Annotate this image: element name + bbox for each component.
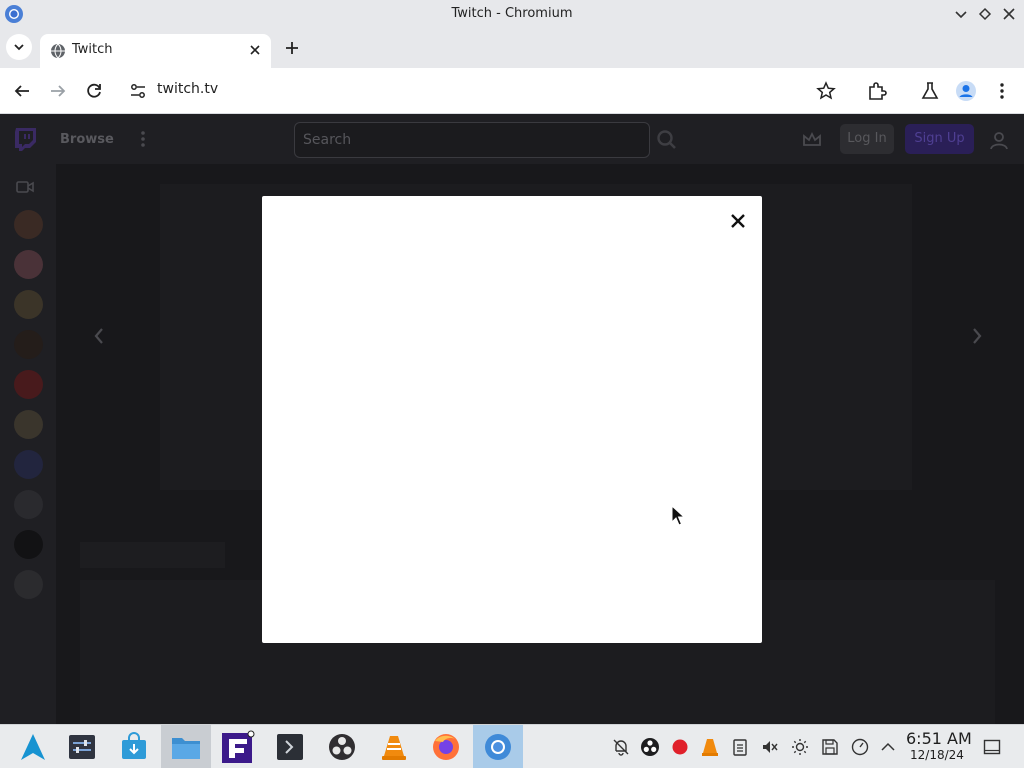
labs-flask-icon[interactable] [918, 79, 942, 103]
reload-icon[interactable] [82, 79, 106, 103]
fenrir-app-icon[interactable] [213, 725, 263, 768]
software-store-icon[interactable] [109, 725, 159, 768]
carousel-next-icon[interactable] [970, 326, 984, 346]
tab-twitch[interactable]: Twitch [40, 34, 271, 68]
arch-launcher-icon[interactable] [8, 725, 58, 768]
kebab-menu-icon[interactable] [990, 79, 1014, 103]
extensions-puzzle-icon[interactable] [865, 79, 889, 103]
recording-indicator-icon[interactable] [670, 737, 690, 757]
channel-avatar[interactable] [14, 490, 43, 519]
modal-dialog [262, 196, 762, 643]
tab-search-button[interactable] [6, 34, 32, 60]
twitch-sidebar [0, 164, 56, 724]
show-desktop-icon[interactable] [983, 738, 1001, 756]
section-heading-placeholder [80, 542, 225, 568]
address-bar[interactable]: twitch.tv [157, 81, 218, 97]
window-close-icon[interactable] [999, 4, 1019, 24]
channel-avatar[interactable] [14, 450, 43, 479]
prime-crown-icon[interactable] [801, 130, 823, 150]
back-arrow-icon[interactable] [10, 79, 34, 103]
window-titlebar: Twitch - Chromium [0, 0, 1024, 28]
followed-channels-camera-icon [16, 181, 34, 193]
log-in-button[interactable]: Log In [840, 124, 894, 154]
twitch-top-nav: Browse Log In Sign Up [0, 114, 1024, 164]
clipboard-icon[interactable] [730, 737, 750, 757]
sign-up-button[interactable]: Sign Up [905, 124, 974, 154]
minimize-chevron-icon[interactable] [951, 4, 971, 24]
site-info-tune-icon[interactable] [126, 79, 150, 103]
browse-link[interactable]: Browse [60, 132, 114, 147]
bookmark-star-icon[interactable] [814, 79, 838, 103]
firefox-icon[interactable] [421, 725, 471, 768]
more-menu-icon[interactable] [136, 129, 150, 149]
notifications-off-icon[interactable] [611, 737, 631, 757]
tab-close-icon[interactable] [245, 40, 265, 60]
save-disk-icon[interactable] [820, 737, 840, 757]
tab-strip: Twitch [0, 28, 1024, 68]
volume-muted-icon[interactable] [760, 737, 780, 757]
chromium-icon[interactable] [473, 725, 523, 768]
channel-avatar[interactable] [14, 410, 43, 439]
twitch-search-input[interactable] [294, 122, 650, 158]
channel-avatar[interactable] [14, 370, 43, 399]
tab-label: Twitch [72, 42, 113, 57]
browser-toolbar: twitch.tv [0, 68, 1024, 114]
channel-avatar[interactable] [14, 570, 43, 599]
channel-avatar[interactable] [14, 290, 43, 319]
tray-expand-chevron-up-icon[interactable] [878, 737, 898, 757]
close-icon[interactable] [728, 211, 748, 231]
carousel-prev-icon[interactable] [92, 326, 106, 346]
twitch-logo-icon[interactable] [12, 126, 38, 152]
help-gauge-icon[interactable] [850, 737, 870, 757]
window-title: Twitch - Chromium [451, 6, 573, 21]
channel-avatar[interactable] [14, 210, 43, 239]
obs-tray-icon[interactable] [640, 737, 660, 757]
brightness-icon[interactable] [790, 737, 810, 757]
chevron-down-icon [14, 44, 24, 51]
vlc-icon[interactable] [369, 725, 419, 768]
clock-date[interactable]: 12/18/24 [910, 748, 964, 762]
channel-avatar[interactable] [14, 250, 43, 279]
maximize-diamond-icon[interactable] [975, 4, 995, 24]
profile-avatar-icon[interactable] [954, 79, 978, 103]
clock-time[interactable]: 6:51 AM [906, 729, 972, 748]
globe-favicon-icon [51, 43, 65, 59]
taskbar: 6:51 AM 12/18/24 [0, 724, 1024, 768]
user-menu-icon[interactable] [988, 129, 1010, 151]
settings-panel-icon[interactable] [57, 725, 107, 768]
terminal-icon[interactable] [265, 725, 315, 768]
search-icon[interactable] [654, 128, 680, 152]
channel-avatar[interactable] [14, 530, 43, 559]
forward-arrow-icon[interactable] [46, 79, 70, 103]
obs-studio-icon[interactable] [317, 725, 367, 768]
file-manager-icon[interactable] [161, 725, 211, 768]
channel-avatar[interactable] [14, 330, 43, 359]
new-tab-plus-icon[interactable] [280, 36, 304, 60]
mouse-pointer-icon [671, 505, 685, 526]
vlc-tray-icon[interactable] [700, 737, 720, 757]
